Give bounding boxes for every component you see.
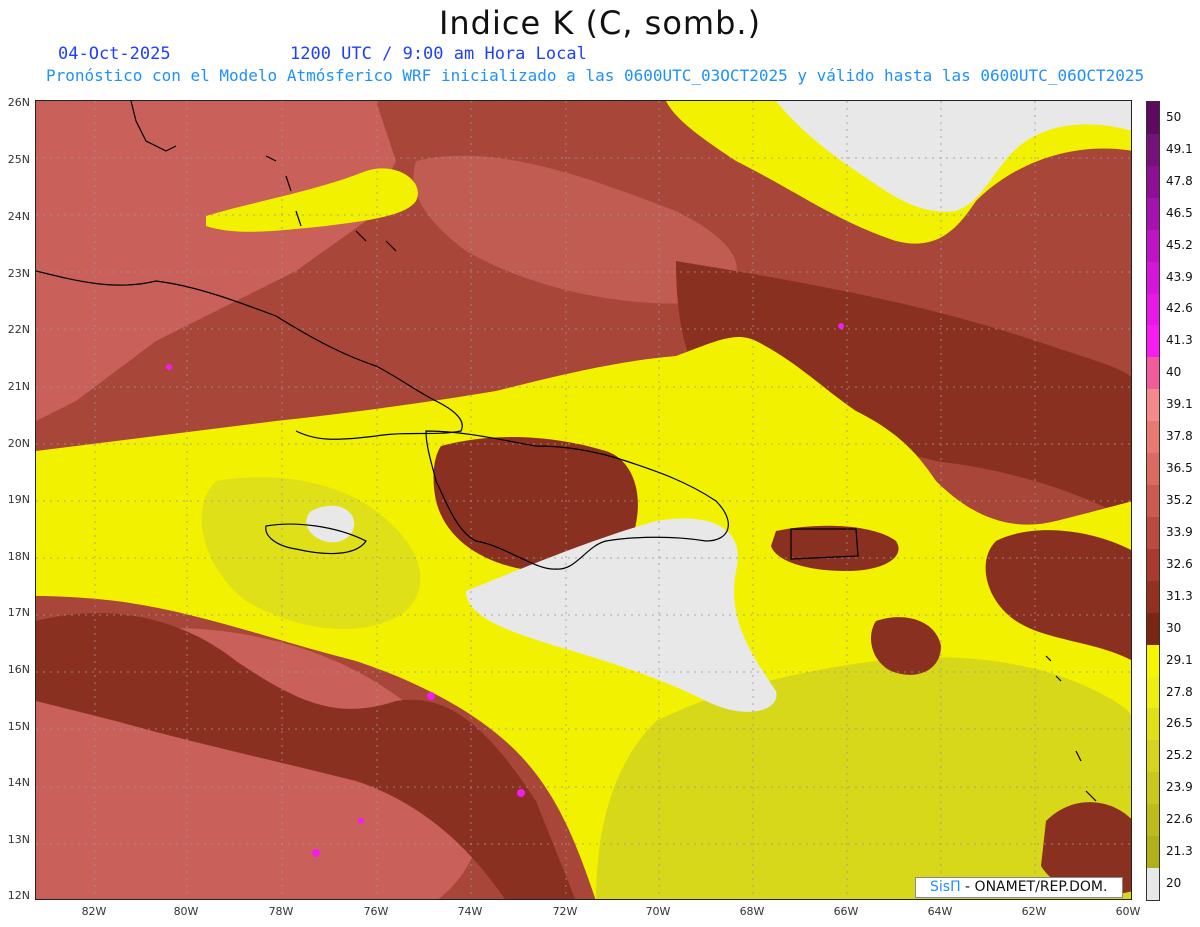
colorbar-segment: [1147, 580, 1159, 614]
colorbar-segment: [1147, 293, 1159, 326]
colorbar-label: 26.5: [1166, 716, 1193, 731]
colorbar: [1146, 101, 1160, 901]
lon-label: 72W: [552, 905, 578, 918]
lat-label: 20N: [7, 437, 30, 450]
colorbar-label: 40: [1166, 365, 1182, 380]
lon-label: 80W: [173, 905, 199, 918]
colorbar-label: 27.8: [1166, 684, 1193, 699]
high-spot: [517, 789, 525, 797]
lon-label: 60W: [1115, 905, 1141, 918]
colorbar-label: 22.6: [1166, 812, 1193, 827]
colorbar-label: 42.6: [1166, 301, 1193, 316]
lat-label: 14N: [7, 776, 30, 789]
colorbar-label: 32.6: [1166, 556, 1193, 571]
colorbar-label: 23.9: [1166, 780, 1193, 795]
model-description: Pronóstico con el Modelo Atmósferico WRF…: [46, 66, 1145, 85]
high-spot: [427, 692, 435, 700]
lon-label: 62W: [1021, 905, 1047, 918]
lon-label: 68W: [739, 905, 765, 918]
colorbar-label: 20: [1166, 876, 1182, 891]
lat-label: 17N: [7, 606, 30, 619]
colorbar-segment: [1147, 133, 1159, 167]
map-panel: [35, 100, 1132, 900]
lon-label: 78W: [268, 905, 294, 918]
colorbar-segment: [1147, 612, 1159, 646]
colorbar-segment: [1147, 229, 1159, 263]
colorbar-label: 33.9: [1166, 524, 1193, 539]
lat-label: 16N: [7, 663, 30, 676]
lon-label: 82W: [81, 905, 107, 918]
lon-label: 70W: [645, 905, 671, 918]
lat-label: 24N: [7, 210, 30, 223]
colorbar-label: 25.2: [1166, 748, 1193, 763]
lon-label: 74W: [457, 905, 483, 918]
colorbar-label: 45.2: [1166, 237, 1193, 252]
colorbar-label: 31.3: [1166, 588, 1193, 603]
high-spot: [358, 818, 364, 824]
lat-label: 22N: [7, 323, 30, 336]
lat-label: 18N: [7, 550, 30, 563]
colorbar-segment: [1147, 740, 1159, 773]
k-index-map: [36, 101, 1131, 899]
chart-title: Indice K (C, somb.): [438, 4, 762, 42]
colorbar-label: 35.2: [1166, 493, 1193, 507]
colorbar-label: 29.1: [1166, 652, 1193, 667]
colorbar-label: 30: [1166, 620, 1182, 635]
colorbar-segment: [1147, 804, 1159, 837]
colorbar-segment: [1147, 197, 1159, 231]
colorbar-segment: [1147, 102, 1159, 135]
colorbar-segment: [1147, 453, 1159, 486]
lat-label: 19N: [7, 493, 30, 506]
credit-brand: SisΠ: [930, 879, 961, 895]
colorbar-label: 37.8: [1166, 429, 1193, 444]
colorbar-segment: [1147, 485, 1159, 518]
colorbar-segment: [1147, 676, 1159, 709]
colorbar-label: 47.8: [1166, 173, 1193, 188]
high-spot: [166, 364, 172, 370]
credit-text: - ONAMET/REP.DOM.: [960, 879, 1108, 895]
valid-time: 1200 UTC / 9:00 am Hora Local: [290, 44, 587, 64]
high-spot: [838, 323, 844, 329]
colorbar-label: 36.5: [1166, 461, 1193, 476]
credit-box: SisΠ - ONAMET/REP.DOM.: [915, 877, 1123, 898]
lat-label: 23N: [7, 267, 30, 280]
colorbar-label: 43.9: [1166, 269, 1193, 284]
lat-label: 25N: [7, 153, 30, 166]
colorbar-segment: [1147, 325, 1159, 358]
colorbar-segment: [1147, 357, 1159, 390]
colorbar-label: 39.1: [1166, 397, 1193, 412]
lon-label: 66W: [833, 905, 859, 918]
colorbar-segment: [1147, 836, 1159, 869]
lat-label: 21N: [7, 380, 30, 393]
colorbar-segment: [1147, 868, 1159, 901]
colorbar-segment: [1147, 389, 1159, 422]
colorbar-segment: [1147, 548, 1159, 582]
colorbar-label: 41.3: [1166, 333, 1193, 348]
lat-label: 15N: [7, 720, 30, 733]
colorbar-segment: [1147, 708, 1159, 741]
lat-label: 12N: [7, 889, 30, 902]
colorbar-segment: [1147, 165, 1159, 199]
lon-label: 64W: [927, 905, 953, 918]
colorbar-label: 46.5: [1166, 205, 1193, 220]
colorbar-segment: [1147, 644, 1159, 678]
lon-label: 76W: [363, 905, 389, 918]
colorbar-label: 50: [1166, 109, 1182, 124]
colorbar-segment: [1147, 772, 1159, 805]
colorbar-label: 49.1: [1166, 141, 1193, 156]
colorbar-segment: [1147, 516, 1159, 550]
forecast-date: 04-Oct-2025: [58, 44, 171, 64]
colorbar-segment: [1147, 421, 1159, 454]
high-spot: [312, 849, 320, 857]
colorbar-label: 21.3: [1166, 844, 1193, 859]
lat-label: 13N: [7, 833, 30, 846]
lat-label: 26N: [7, 96, 30, 109]
colorbar-segment: [1147, 261, 1159, 294]
